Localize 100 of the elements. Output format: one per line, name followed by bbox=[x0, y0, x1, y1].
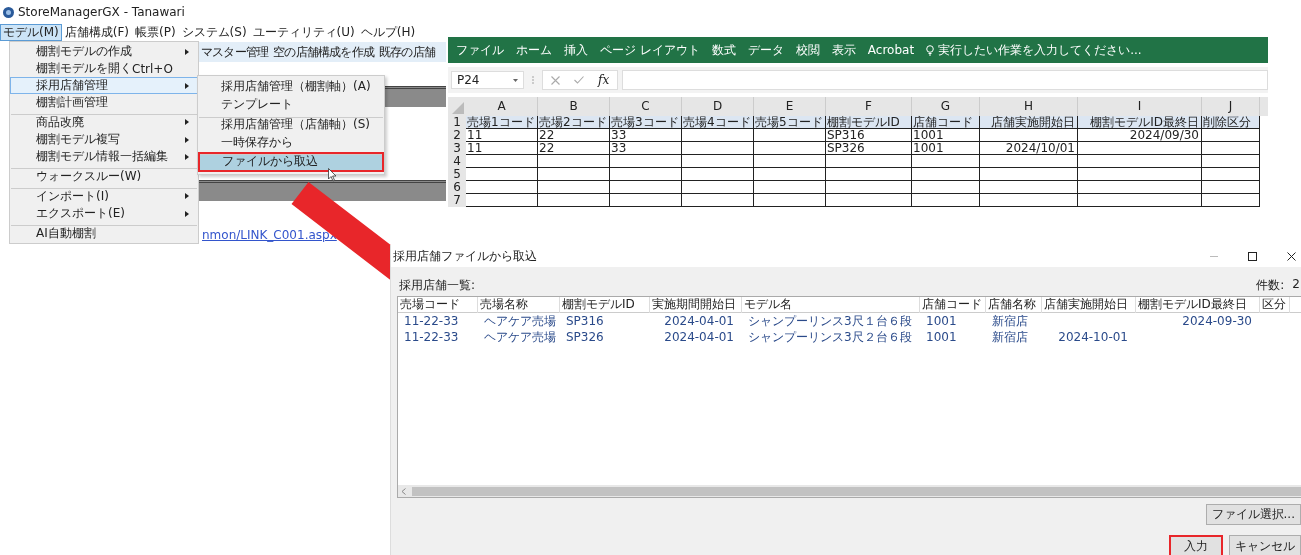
table-cell: 棚割モデルID最終日 bbox=[1078, 116, 1202, 129]
table-cell-text: 2024-04-01 bbox=[663, 314, 735, 328]
menu-item[interactable]: 棚割モデル情報一括編集 bbox=[10, 148, 198, 165]
menu-bar-item[interactable]: 帳票(P) bbox=[132, 24, 179, 41]
table-cell: 店舗実施開始日 bbox=[980, 116, 1078, 129]
ribbon-tab[interactable]: 校閲 bbox=[795, 41, 820, 59]
table-cell-text: ヘアケア売場 bbox=[483, 312, 557, 330]
table-cell: 売場4コード bbox=[682, 116, 754, 129]
table-cell: 33 bbox=[610, 129, 682, 142]
empty-cell bbox=[682, 142, 754, 155]
empty-cell bbox=[754, 168, 826, 181]
table-cell-text: SP316 bbox=[565, 314, 605, 328]
table-cell: SP316 bbox=[826, 129, 912, 142]
row-header[interactable]: 2 bbox=[448, 129, 466, 142]
menu-item[interactable]: 採用店舗管理（棚割軸）(A) bbox=[198, 78, 384, 96]
minimize-icon[interactable] bbox=[1210, 255, 1218, 257]
column-header[interactable]: 店舗実施開始日 bbox=[1042, 297, 1136, 313]
menu-item[interactable]: 採用店舗管理 bbox=[10, 77, 198, 94]
name-box[interactable]: P24 bbox=[451, 71, 524, 89]
column-header[interactable]: 区分 bbox=[1260, 297, 1290, 313]
url-text[interactable]: nmon/LINK_C001.aspx bbox=[202, 228, 337, 242]
maximize-icon[interactable] bbox=[1248, 251, 1257, 261]
row-header[interactable]: 7 bbox=[448, 194, 466, 207]
close-icon[interactable] bbox=[1287, 251, 1296, 261]
menu-bar-item[interactable]: ヘルプ(H) bbox=[357, 24, 419, 41]
column-header[interactable]: 売場名称 bbox=[478, 297, 560, 313]
table-cell-text: 新宿店 bbox=[991, 312, 1029, 330]
count-label: 件数: bbox=[1256, 277, 1285, 294]
column-header[interactable]: 棚割モデルID bbox=[560, 297, 650, 313]
check-icon[interactable] bbox=[574, 76, 584, 84]
empty-cell bbox=[682, 155, 754, 168]
row-header[interactable]: 6 bbox=[448, 181, 466, 194]
menu-bar-item[interactable]: 店舗構成(F) bbox=[61, 24, 132, 41]
ribbon-tab[interactable]: Acrobat bbox=[867, 43, 915, 57]
column-header[interactable]: モデル名 bbox=[742, 297, 920, 313]
tell-me-field[interactable]: 実行したい作業を入力してください... bbox=[938, 41, 1142, 59]
submenu-arrow-icon bbox=[185, 49, 189, 55]
empty-cell bbox=[682, 181, 754, 194]
empty-cell bbox=[610, 155, 682, 168]
ribbon-tab[interactable]: ページ レイアウト bbox=[600, 41, 700, 59]
menu-bar-item[interactable]: ユーティリティ(U) bbox=[249, 24, 358, 41]
horizontal-scrollbar[interactable] bbox=[398, 485, 1301, 497]
column-header[interactable]: 売場コード bbox=[398, 297, 478, 313]
menu-item[interactable]: ファイルから取込 bbox=[198, 152, 384, 172]
ribbon-tab[interactable]: データ bbox=[747, 41, 784, 59]
menu-item[interactable]: 棚割計画管理 bbox=[10, 94, 198, 111]
formula-input[interactable] bbox=[622, 70, 1268, 90]
toolbar-link[interactable]: 空の店舗構成を作成 bbox=[273, 43, 374, 61]
row-header[interactable]: 3 bbox=[448, 142, 466, 155]
empty-cell bbox=[682, 129, 754, 142]
table-cell: 33 bbox=[610, 142, 682, 155]
table-cell: 売場3コード bbox=[610, 116, 682, 129]
table-cell-text: 2024-09-30 bbox=[1181, 314, 1253, 328]
empty-cell bbox=[754, 155, 826, 168]
ribbon-tab[interactable]: 挿入 bbox=[564, 41, 588, 59]
dialog-button[interactable]: キャンセル bbox=[1229, 535, 1301, 555]
ribbon-tab[interactable]: 表示 bbox=[831, 41, 856, 59]
scroll-left-icon[interactable] bbox=[401, 487, 406, 495]
select-all-corner[interactable] bbox=[452, 102, 464, 114]
menu-bar-item[interactable]: システム(S) bbox=[178, 24, 250, 41]
menu-item[interactable]: 棚割モデル複写 bbox=[10, 131, 198, 148]
empty-cell bbox=[1202, 142, 1260, 155]
dialog-button[interactable]: 入力 bbox=[1169, 535, 1223, 555]
ribbon-tab[interactable]: 数式 bbox=[711, 41, 736, 59]
table-cell: SP326 bbox=[826, 142, 912, 155]
mouse-cursor-icon bbox=[328, 168, 337, 182]
row-header[interactable]: 5 bbox=[448, 168, 466, 181]
submenu-arrow-icon bbox=[185, 193, 189, 199]
ribbon-tab[interactable]: ファイル bbox=[456, 41, 504, 59]
cancel-icon[interactable] bbox=[551, 75, 560, 85]
column-header[interactable]: 実施期間開始日 bbox=[650, 297, 742, 313]
column-header[interactable]: 店舗名称 bbox=[986, 297, 1042, 313]
toolbar-link[interactable]: マスター管理 bbox=[201, 43, 269, 61]
menu-item[interactable]: 棚割モデルの作成 bbox=[10, 43, 198, 60]
table-cell: 削除区分 bbox=[1202, 116, 1260, 129]
menu-item[interactable]: ウォークスルー(W) bbox=[10, 165, 198, 185]
ribbon-tab[interactable]: ホーム bbox=[516, 41, 552, 59]
table-cell: 1001 bbox=[912, 129, 980, 142]
menu-item[interactable]: エクスポート(E) bbox=[10, 205, 198, 222]
insert-function-button[interactable]: fx bbox=[598, 73, 610, 87]
toolbar-link[interactable]: 既存の店舗 bbox=[379, 43, 436, 61]
column-header[interactable]: 棚割モデルID最終日 bbox=[1136, 297, 1260, 313]
menu-item[interactable]: AI自動棚割 bbox=[10, 222, 198, 242]
file-select-button[interactable]: ファイル選択... bbox=[1205, 504, 1301, 525]
menu-bar-item[interactable]: モデル(M) bbox=[0, 24, 62, 41]
row-header[interactable]: 1 bbox=[448, 116, 466, 129]
lightbulb-icon bbox=[926, 44, 935, 56]
table-cell: 売場2コード bbox=[538, 116, 610, 129]
row-header[interactable]: 4 bbox=[448, 155, 466, 168]
table-cell-text: シャンプーリンス3尺１台６段 bbox=[747, 312, 913, 330]
empty-cell bbox=[610, 168, 682, 181]
menu-item[interactable]: インポート(I) bbox=[10, 185, 198, 205]
menu-item[interactable]: 棚割モデルを開くCtrl+O bbox=[10, 60, 198, 77]
column-header[interactable]: 店舗コード bbox=[920, 297, 986, 313]
table-cell: 22 bbox=[538, 142, 610, 155]
menu-item[interactable]: 採用店舗管理（店舗軸）(S) bbox=[198, 114, 384, 134]
menu-item[interactable]: テンプレート bbox=[198, 96, 384, 114]
window-title: StoreManagerGX - Tanawari bbox=[18, 5, 185, 19]
menu-item[interactable]: 一時保存から bbox=[198, 134, 384, 152]
empty-cell bbox=[1202, 194, 1260, 207]
